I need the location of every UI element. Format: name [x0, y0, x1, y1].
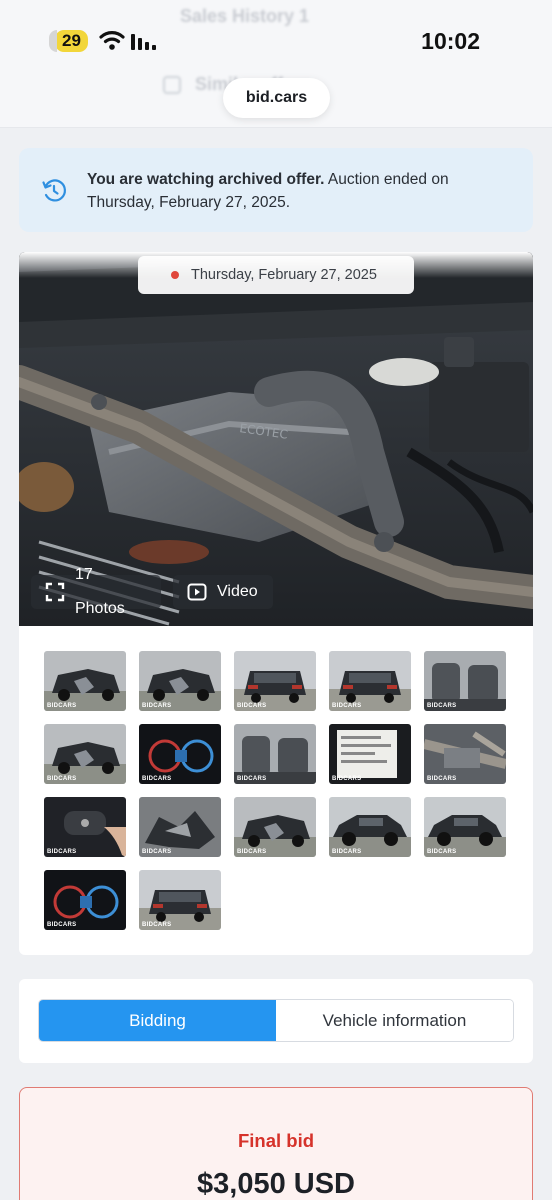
thumbnail-watermark: BIDCARS [237, 776, 267, 782]
thumbnail-watermark: BIDCARS [142, 703, 172, 709]
thumb-engine-bay[interactable]: BIDCARS [424, 724, 506, 784]
car-front-damage-image [139, 651, 221, 711]
thumb-interior-front[interactable]: BIDCARS [424, 651, 506, 711]
thumbnail-watermark: BIDCARS [427, 776, 457, 782]
auction-date: Thursday, February 27, 2025 [191, 267, 377, 283]
thumb-rear-outdoor[interactable]: BIDCARS [139, 870, 221, 930]
main-photo-engine-bay[interactable]: ECOTEC Thursday, February 27, 2025 17 Ph… [19, 252, 533, 626]
browser-url-pill[interactable]: bid.cars [223, 78, 330, 118]
notice-bold-text: You are watching archived offer. [87, 171, 325, 188]
status-bar: 29 10:02 [0, 28, 552, 56]
car-rear-image [234, 651, 316, 711]
play-icon [187, 583, 207, 601]
wifi-icon [99, 31, 125, 50]
car-front-damage-image [44, 651, 126, 711]
gauges-image [139, 724, 221, 784]
thumb-side-right[interactable]: BIDCARS [329, 797, 411, 857]
signal-icon [131, 32, 156, 50]
seats-image [424, 651, 506, 711]
thumbnail-watermark: BIDCARS [142, 849, 172, 855]
archived-offer-notice: You are watching archived offer. Auction… [19, 148, 533, 232]
thumb-rear-left[interactable]: BIDCARS [234, 651, 316, 711]
tabs-card: Bidding Vehicle information [19, 979, 533, 1063]
status-time: 10:02 [421, 28, 480, 54]
thumb-rear-seats[interactable]: BIDCARS [234, 724, 316, 784]
thumbnail-watermark: BIDCARS [237, 703, 267, 709]
thumb-instrument-cluster[interactable]: BIDCARS [139, 724, 221, 784]
thumbnail-watermark: BIDCARS [142, 776, 172, 782]
engine-image [424, 724, 506, 784]
video-button[interactable]: Video [173, 575, 273, 609]
key-image [44, 797, 126, 857]
debris-image [139, 797, 221, 857]
similar-offers-icon [163, 76, 181, 94]
car-rear-image [139, 870, 221, 930]
thumbnail-watermark: BIDCARS [332, 849, 362, 855]
battery-indicator: 29 [49, 30, 88, 52]
thumbnail-grid: BIDCARS BIDCARS BIDCARS BIDCARS BIDCARS BIDCA… [44, 651, 510, 930]
thumb-rear-right[interactable]: BIDCARS [329, 651, 411, 711]
thumbnail-watermark: BIDCARS [47, 849, 77, 855]
tab-bar: Bidding Vehicle information [38, 999, 514, 1042]
photos-button-label: 17 Photos [74, 566, 125, 617]
thumbnail-watermark: BIDCARS [332, 703, 362, 709]
thumbnail-watermark: BIDCARS [47, 703, 77, 709]
car-rear-image [329, 651, 411, 711]
thumb-dashboard-display[interactable]: BIDCARS [44, 870, 126, 930]
thumb-window-sticker[interactable]: BIDCARS [329, 724, 411, 784]
final-bid-card: Final bid $3,050 USD [19, 1087, 533, 1200]
date-dot-icon [171, 271, 179, 279]
notice-text: You are watching archived offer. Auction… [87, 168, 513, 214]
thumb-front-view[interactable]: BIDCARS [234, 797, 316, 857]
car-front-damage-image [234, 797, 316, 857]
thumb-key-fob[interactable]: BIDCARS [44, 797, 126, 857]
thumb-front-damage[interactable]: BIDCARS [139, 651, 221, 711]
tab-vehicle-information[interactable]: Vehicle information [276, 1000, 513, 1041]
car-side-image [424, 797, 506, 857]
gauges-image [44, 870, 126, 930]
fullscreen-icon [45, 582, 65, 602]
label-image [329, 724, 411, 784]
car-front-damage-image [44, 724, 126, 784]
thumbnail-watermark: BIDCARS [47, 922, 77, 928]
thumb-front-damage-side[interactable]: BIDCARS [44, 651, 126, 711]
thumbnail-watermark: BIDCARS [47, 776, 77, 782]
history-icon [42, 179, 66, 202]
seats-image [234, 724, 316, 784]
thumbnail-watermark: BIDCARS [332, 776, 362, 782]
tab-bidding[interactable]: Bidding [39, 1000, 276, 1041]
video-button-label: Video [217, 583, 258, 600]
thumb-debris[interactable]: BIDCARS [139, 797, 221, 857]
thumbnail-watermark: BIDCARS [142, 922, 172, 928]
ghost-sales-history: Sales History 1 [180, 6, 310, 26]
thumbnail-watermark: BIDCARS [427, 703, 457, 709]
thumb-side-left[interactable]: BIDCARS [424, 797, 506, 857]
final-bid-label: Final bid [237, 1130, 315, 1151]
car-side-image [329, 797, 411, 857]
auction-date-pill: Thursday, February 27, 2025 [138, 256, 414, 294]
thumbnail-watermark: BIDCARS [427, 849, 457, 855]
thumbnail-watermark: BIDCARS [237, 849, 267, 855]
thumb-front-wreck[interactable]: BIDCARS [44, 724, 126, 784]
gallery-card: ECOTEC Thursday, February 27, 2025 17 Ph… [19, 252, 533, 955]
final-bid-value: $3,050 USD [197, 1168, 355, 1200]
photos-button[interactable]: 17 Photos [31, 566, 161, 617]
